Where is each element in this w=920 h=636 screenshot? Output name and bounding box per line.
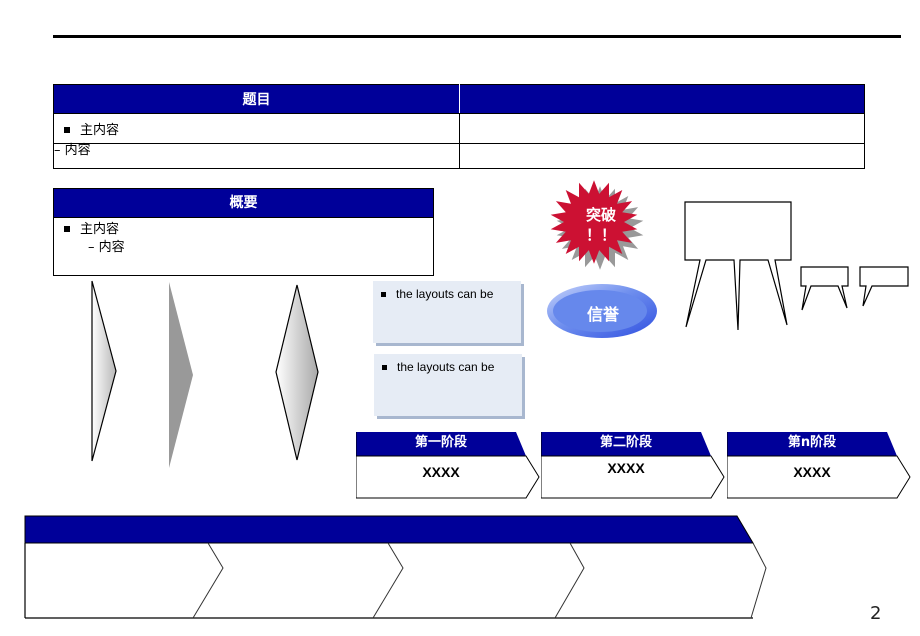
table-cell [459, 143, 865, 169]
text-card: the layouts can be [374, 354, 522, 416]
table-cell: 主内容 [53, 113, 460, 144]
bullet-icon [64, 225, 70, 232]
process-bar [24, 515, 767, 619]
callout-shapes [684, 201, 909, 331]
cell-text: 主内容 [80, 123, 120, 138]
chevron-shape-gradient [91, 280, 117, 462]
process-divider [372, 542, 404, 619]
summary-sub: – 内容 [88, 240, 125, 255]
card-text: the layouts can be [397, 360, 495, 374]
process-header [24, 515, 754, 544]
summary-main-text: 主内容 [80, 222, 120, 237]
stage-label: 第一阶段 [414, 435, 467, 450]
stage-step: 第n阶段 XXXX [727, 432, 911, 499]
stage-step: 第二阶段 XXXX [541, 432, 725, 499]
bullet-icon [382, 364, 387, 370]
text-card: the layouts can be [373, 281, 521, 343]
stage-step: 第一阶段 XXXX [356, 432, 540, 499]
process-divider [750, 542, 767, 619]
diamond-shape [275, 284, 319, 461]
table-header-right [459, 84, 865, 114]
starburst-line2: ！！ [585, 226, 616, 244]
callout-small-1 [800, 266, 849, 311]
summary-main: 主内容 [54, 218, 433, 239]
process-divider [192, 542, 224, 619]
stage-label: 第n阶段 [787, 435, 837, 450]
stage-value: XXXX [793, 464, 831, 480]
table-header-left: 题目 [53, 84, 460, 114]
summary-box: 概要 主内容 – 内容 [53, 188, 434, 276]
chevron-shape-gray [169, 282, 193, 468]
starburst-label: 突破 ！！ [556, 205, 646, 245]
bullet-icon [64, 126, 70, 133]
page-number: 2 [870, 603, 882, 624]
table-cell: – 内容 [53, 143, 460, 169]
topic-table: 题目 主内容 – 内容 [53, 84, 865, 169]
stage-value: XXXX [422, 464, 460, 480]
summary-title: 概要 [54, 189, 433, 218]
card-text: the layouts can be [396, 287, 494, 301]
stage-label: 第二阶段 [599, 435, 652, 450]
table-cell [459, 113, 865, 144]
oval-label: 信誉 [586, 305, 619, 324]
arrow-shapes [91, 280, 319, 468]
stage-value: XXXX [607, 460, 645, 476]
table-row: – 内容 [53, 143, 865, 169]
process-divider [554, 542, 585, 619]
callout-small-2 [859, 266, 909, 307]
bullet-icon [381, 291, 386, 297]
starburst-line1: 突破 [585, 206, 616, 224]
title-rule [53, 35, 901, 38]
callout-large [684, 201, 792, 331]
table-row: 主内容 [53, 113, 865, 144]
